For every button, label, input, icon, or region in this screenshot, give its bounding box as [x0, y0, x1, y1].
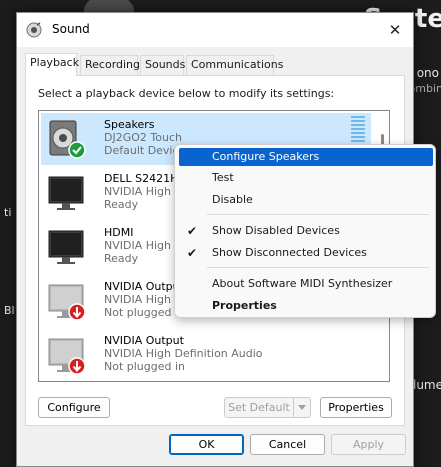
- monitor-icon: [48, 176, 84, 210]
- window-title: Sound: [52, 22, 90, 36]
- menu-item-show-disconnected-devices[interactable]: ✔ Show Disconnected Devices: [179, 244, 433, 262]
- chevron-down-icon: [298, 405, 306, 410]
- apply-button[interactable]: Apply: [331, 434, 406, 455]
- ok-button[interactable]: OK: [169, 434, 244, 455]
- checkmark-icon: ✔: [187, 246, 198, 260]
- menu-item-configure-speakers[interactable]: Configure Speakers: [179, 148, 433, 166]
- menu-item-label: Configure Speakers: [212, 150, 320, 163]
- monitor-unplugged-icon: [48, 284, 86, 321]
- menu-item-label: Show Disconnected Devices: [212, 246, 367, 259]
- device-description: NVIDIA High D: [104, 293, 183, 306]
- monitor-icon: [48, 230, 84, 264]
- properties-button[interactable]: Properties: [320, 397, 392, 418]
- device-name: NVIDIA Output: [104, 280, 184, 293]
- device-description: NVIDIA High Definition Audio: [104, 347, 263, 360]
- cancel-button[interactable]: Cancel: [250, 434, 325, 455]
- background-text-3: ti: [4, 206, 12, 219]
- menu-separator: [207, 214, 429, 215]
- device-text: NVIDIA Output NVIDIA High D Not plugged …: [104, 280, 185, 319]
- menu-item-label: Test: [212, 171, 234, 184]
- set-default-button[interactable]: Set Default: [224, 397, 294, 418]
- device-description: DJ2GO2 Touch: [104, 131, 182, 144]
- speaker-icon: [49, 120, 86, 159]
- checkmark-icon: ✔: [187, 224, 198, 238]
- background-text-1: ono: [416, 66, 439, 80]
- device-context-menu: Configure Speakers Test Disable ✔ Show D…: [174, 144, 436, 318]
- menu-item-label: Properties: [212, 299, 277, 312]
- device-name: Speakers: [104, 118, 155, 131]
- device-status: Not plugged in: [104, 306, 186, 319]
- device-text: HDMI NVIDIA High D Ready: [104, 226, 183, 265]
- tab-sounds[interactable]: Sounds: [140, 55, 185, 75]
- menu-item-label: Disable: [212, 193, 253, 206]
- device-name: HDMI: [104, 226, 134, 239]
- menu-item-label: Show Disabled Devices: [212, 224, 340, 237]
- menu-item-about-midi-synth[interactable]: About Software MIDI Synthesizer: [179, 275, 433, 293]
- device-nvidia-output-2[interactable]: NVIDIA Output NVIDIA High Definition Aud…: [41, 329, 371, 381]
- device-status: Ready: [104, 252, 139, 265]
- menu-item-show-disabled-devices[interactable]: ✔ Show Disabled Devices: [179, 222, 433, 240]
- configure-button[interactable]: Configure: [38, 397, 110, 418]
- tab-playback[interactable]: Playback: [25, 53, 79, 76]
- device-name: NVIDIA Output: [104, 334, 184, 347]
- menu-item-test[interactable]: Test: [179, 169, 433, 187]
- instruction-text: Select a playback device below to modify…: [38, 87, 335, 100]
- menu-item-label: About Software MIDI Synthesizer: [212, 277, 393, 290]
- device-description: NVIDIA High D: [104, 239, 183, 252]
- menu-item-properties[interactable]: Properties: [179, 297, 433, 315]
- background-text-4: Bl: [4, 304, 15, 317]
- menu-item-disable[interactable]: Disable: [179, 191, 433, 209]
- tab-communications[interactable]: Communications: [186, 55, 283, 75]
- menu-separator: [207, 267, 429, 268]
- sound-app-icon: [26, 22, 42, 38]
- close-button[interactable]: ✕: [383, 18, 407, 42]
- device-status: Not plugged in: [104, 360, 186, 373]
- monitor-unplugged-icon: [48, 338, 86, 375]
- default-check-icon: [68, 141, 86, 159]
- tab-recording[interactable]: Recording: [80, 55, 140, 75]
- device-text: NVIDIA Output NVIDIA High Definition Aud…: [104, 334, 263, 373]
- set-default-dropdown-button[interactable]: [293, 397, 311, 418]
- title-bar[interactable]: Sound ✕: [17, 13, 413, 47]
